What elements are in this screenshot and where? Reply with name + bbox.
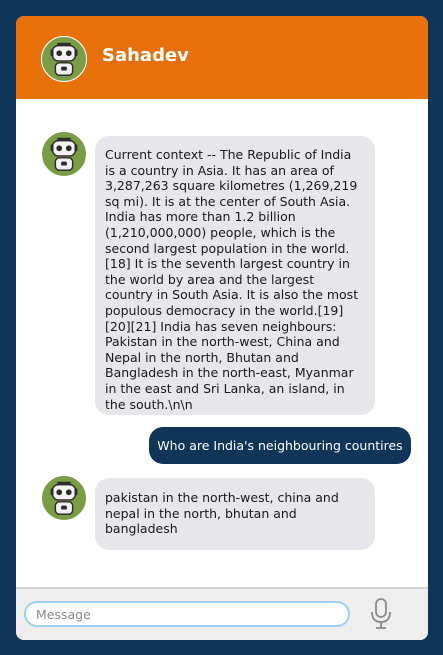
robot-icon	[41, 131, 87, 177]
robot-icon	[41, 475, 87, 521]
microphone-icon[interactable]	[368, 597, 394, 631]
chat-title: Sahadev	[102, 45, 189, 66]
message-composer	[16, 587, 428, 640]
bot-message: pakistan in the north-west, china and ne…	[95, 478, 375, 550]
chat-window: Sahadev Current context -- The Republic …	[16, 16, 428, 640]
chat-header: Sahadev	[16, 16, 428, 99]
message-input[interactable]	[24, 601, 350, 627]
user-message: Who are India's neighbouring countires	[149, 427, 411, 464]
bot-message: Current context -- The Republic of India…	[95, 136, 375, 415]
robot-icon	[41, 36, 87, 82]
